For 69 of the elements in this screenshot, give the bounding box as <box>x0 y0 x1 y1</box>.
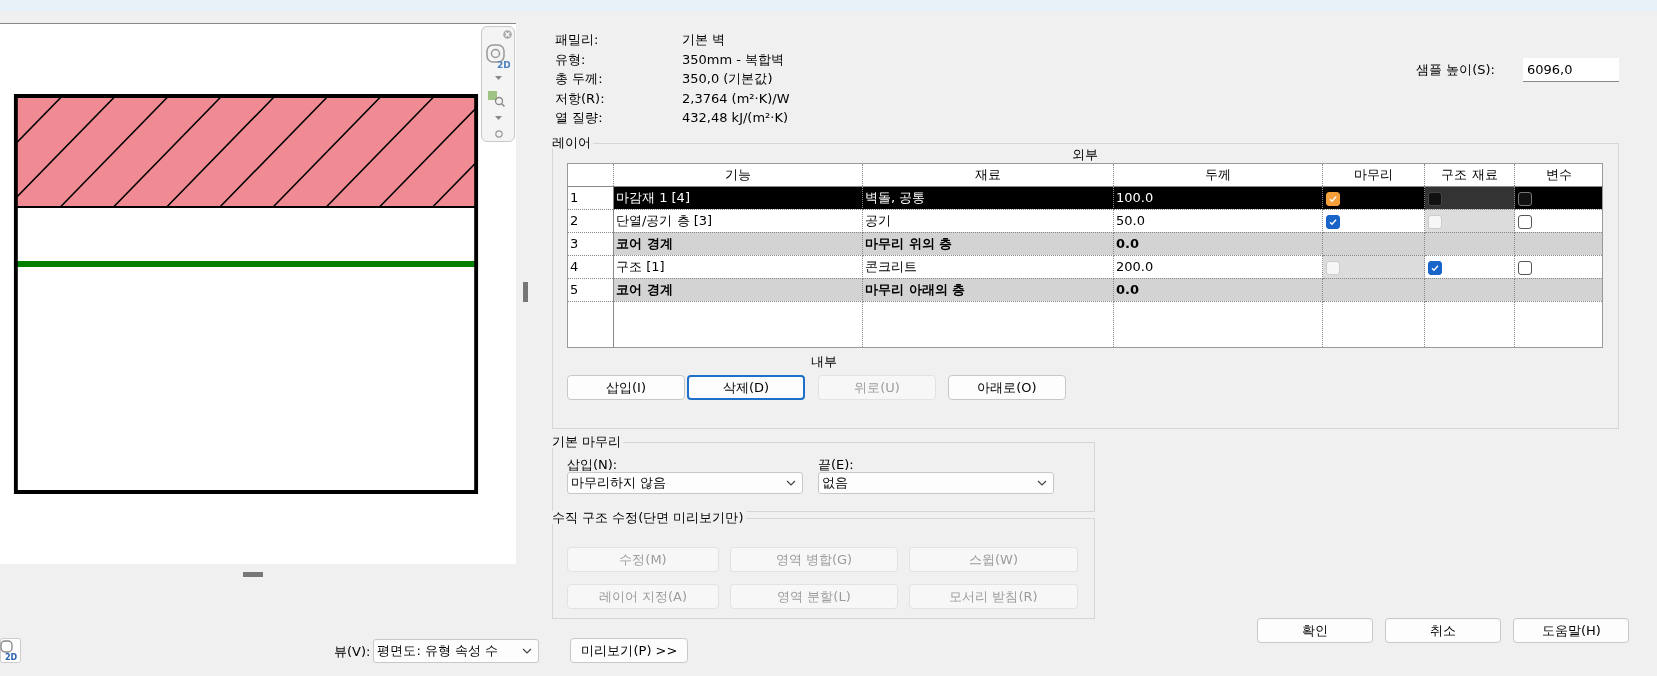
close-icon[interactable] <box>503 30 512 39</box>
layer-button[interactable]: 삭제(D) <box>687 374 805 400</box>
info-value: 350mm - 복합벽 <box>682 51 785 67</box>
info-value: 432,48 kJ/(m²·K) <box>682 110 789 126</box>
check-icon <box>1430 262 1440 273</box>
table-cell[interactable]: 마무리 아래의 층 <box>862 278 1114 302</box>
zoom-icon[interactable] <box>488 91 506 109</box>
dialog-button[interactable]: 취소 <box>1385 618 1502 643</box>
column-header: 구조 재료 <box>1424 163 1515 187</box>
group-title: 수직 구조 수정(단면 미리보기만) <box>552 510 746 524</box>
row-number[interactable]: 5 <box>567 278 614 302</box>
chevron-down-icon <box>522 648 533 654</box>
interior-label: 내부 <box>811 353 837 369</box>
dropdown-field[interactable]: 없음 <box>818 471 1054 494</box>
check-icon <box>1328 216 1338 227</box>
resize-handle[interactable] <box>523 282 528 302</box>
row-number[interactable]: 2 <box>567 209 614 233</box>
field-label: 끝(E): <box>818 455 855 472</box>
table-cell[interactable]: 0.0 <box>1113 232 1323 256</box>
checkbox[interactable] <box>1326 214 1340 229</box>
column-header: 재료 <box>862 163 1114 187</box>
info-label: 유형: <box>555 50 587 69</box>
exterior-label: 외부 <box>1071 146 1098 162</box>
sample-height-field[interactable]: 6096,0 <box>1523 58 1619 82</box>
dialog-button[interactable]: 도움말(H) <box>1513 618 1630 643</box>
preview-button[interactable]: 미리보기(P) >> <box>570 638 689 663</box>
row-number[interactable]: 1 <box>567 186 614 210</box>
dropdown-arrow-icon[interactable] <box>495 76 502 80</box>
info-label: 총 두께: <box>555 70 604 89</box>
resize-handle[interactable] <box>243 572 263 577</box>
sample-height-label: 샘플 높이(S): <box>1416 61 1495 80</box>
column-header: 마무리 <box>1322 163 1425 187</box>
table-cell[interactable]: 코어 경계 <box>613 278 863 302</box>
view-label: 뷰(V): <box>334 643 371 661</box>
chevron-down-icon <box>786 479 796 486</box>
info-value: 2,3764 (m²·K)/W <box>682 90 790 106</box>
info-value: 기본 벽 <box>682 32 726 47</box>
checkbox[interactable] <box>1326 191 1340 206</box>
row-number[interactable]: 4 <box>567 255 614 279</box>
checkbox[interactable] <box>1518 191 1532 206</box>
group-title: 레이어 <box>552 135 593 149</box>
table-cell[interactable]: 마무리 위의 층 <box>862 232 1114 256</box>
checkbox[interactable] <box>1518 214 1532 229</box>
check-icon <box>1328 193 1338 204</box>
column-header: 변수 <box>1514 163 1603 187</box>
table-cell[interactable]: 코어 경계 <box>613 232 863 256</box>
dialog-button[interactable]: 확인 <box>1257 618 1374 643</box>
table-cell[interactable]: 0.0 <box>1113 278 1323 302</box>
info-label: 패밀리: <box>555 31 600 49</box>
layer-button[interactable]: 삽입(I) <box>567 374 685 400</box>
field-label: 삽입(N): <box>567 455 619 472</box>
layer-button[interactable]: 아래로(O) <box>948 374 1066 400</box>
table-cell[interactable]: 100.0 <box>1113 186 1323 210</box>
info-value: 350,0 (기본값) <box>682 71 773 87</box>
column-header: 두께 <box>1113 163 1323 187</box>
info-label: 열 질량: <box>555 109 604 128</box>
chevron-down-icon <box>1037 479 1047 486</box>
dropdown-arrow-icon[interactable] <box>495 116 502 120</box>
table-cell[interactable]: 마감재 1 [4] <box>613 186 863 210</box>
steering-wheel-2d-icon[interactable]: 2D <box>0 638 21 663</box>
column-header: 기능 <box>613 163 863 187</box>
checkbox[interactable] <box>1428 260 1442 275</box>
info-label: 저항(R): <box>555 89 606 108</box>
group-title: 기본 마무리 <box>552 434 624 448</box>
table-cell[interactable]: 벽돌, 공통 <box>862 186 1114 210</box>
dropdown-field[interactable]: 마무리하지 않음 <box>567 471 803 494</box>
checkbox[interactable] <box>1518 260 1532 275</box>
view-dropdown[interactable]: 평면도: 유형 속성 수 <box>373 639 540 663</box>
row-number[interactable]: 3 <box>567 232 614 256</box>
